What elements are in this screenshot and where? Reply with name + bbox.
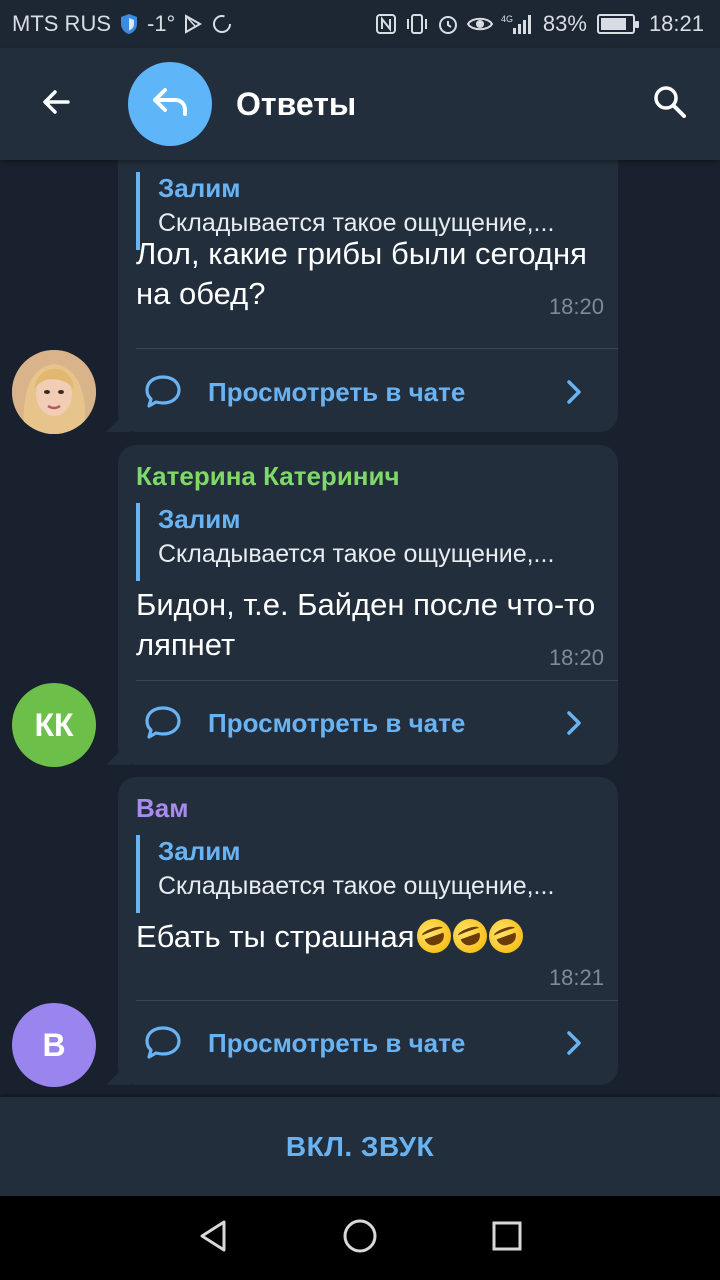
header-avatar[interactable] xyxy=(128,62,212,146)
alarm-icon xyxy=(437,13,459,35)
laughing-emoji-icon xyxy=(447,914,492,958)
view-in-chat-button[interactable]: Просмотреть в чате xyxy=(118,681,618,765)
signal-icon: 4G xyxy=(501,13,535,35)
search-icon xyxy=(651,83,689,126)
message-text: Бидон, т.е. Байден после что-то ляпнет xyxy=(136,587,596,662)
sync-icon xyxy=(211,13,233,35)
vibrate-icon xyxy=(405,13,429,35)
message-text: Ебать ты страшная xyxy=(136,914,596,958)
laughing-emoji-icon xyxy=(483,914,528,958)
reply-arrow-icon xyxy=(149,84,191,125)
search-button[interactable] xyxy=(620,48,720,160)
sender-name: Вам xyxy=(136,793,189,823)
divider xyxy=(136,348,618,349)
view-in-chat-label: Просмотреть в чате xyxy=(208,1027,466,1058)
system-nav-bar xyxy=(0,1196,720,1280)
status-left: MTS RUS -1° xyxy=(12,11,233,37)
chevron-right-icon xyxy=(554,378,594,406)
unmute-label: ВКЛ. ЗВУК xyxy=(285,1130,435,1162)
temperature-label: -1° xyxy=(147,11,176,36)
clock: 18:21 xyxy=(648,11,704,36)
square-recents-icon xyxy=(490,1219,524,1258)
sender-name: Катерина Катеринич xyxy=(136,461,400,491)
chevron-right-icon xyxy=(554,709,594,737)
reply-quote[interactable]: Залим Складывается такое ощущение,... xyxy=(136,835,600,913)
message-time: 18:21 xyxy=(548,965,604,990)
status-right: 4G 83% 18:21 xyxy=(375,11,704,37)
battery-icon xyxy=(596,14,639,34)
message-bubble[interactable]: Вам Залим Складывается такое ощущение,..… xyxy=(118,777,618,1085)
arrow-left-icon xyxy=(38,84,74,125)
view-in-chat-label: Просмотреть в чате xyxy=(208,376,466,407)
reply-author: Залим xyxy=(158,836,241,866)
shield-icon xyxy=(119,13,139,35)
reply-quote[interactable]: Залим Складывается такое ощущение,... xyxy=(136,503,600,581)
laughing-emoji-icon xyxy=(411,914,456,958)
chat-bubble-icon xyxy=(142,702,184,744)
avatar[interactable]: КК xyxy=(12,683,96,767)
chat-bubble-icon xyxy=(142,371,184,413)
list-item: Катерина Катеринич Залим Складывается та… xyxy=(0,445,720,767)
nav-home-button[interactable] xyxy=(330,1208,390,1268)
chat-bubble-icon xyxy=(142,1022,184,1064)
reply-author: Залим xyxy=(158,173,241,203)
avatar[interactable] xyxy=(12,350,96,434)
nav-recents-button[interactable] xyxy=(477,1208,537,1268)
play-store-icon xyxy=(183,14,203,34)
reply-preview: Складывается такое ощущение,... xyxy=(158,540,555,568)
message-time: 18:20 xyxy=(548,294,604,319)
list-item: Вам Залим Складывается такое ощущение,..… xyxy=(0,777,720,1087)
unmute-button[interactable]: ВКЛ. ЗВУК xyxy=(0,1097,720,1196)
carrier-label: MTS RUS xyxy=(12,11,111,36)
list-item: Залим Складывается такое ощущение,... Ло… xyxy=(0,160,720,434)
triangle-back-icon xyxy=(196,1218,230,1259)
nfc-icon xyxy=(375,13,397,35)
back-button[interactable] xyxy=(0,48,112,160)
status-bar: MTS RUS -1° 4G 83% 18:21 xyxy=(0,0,720,48)
nav-back-button[interactable] xyxy=(183,1208,243,1268)
message-text: Лол, какие грибы были сегодня на обед? xyxy=(136,236,587,311)
message-bubble[interactable]: Катерина Катеринич Залим Складывается та… xyxy=(118,445,618,765)
view-in-chat-label: Просмотреть в чате xyxy=(208,707,466,738)
view-in-chat-button[interactable]: Просмотреть в чате xyxy=(118,1001,618,1085)
svg-text:4G: 4G xyxy=(501,14,513,24)
chevron-right-icon xyxy=(554,1029,594,1057)
battery-fill xyxy=(600,18,626,30)
page-title: Ответы xyxy=(236,85,357,122)
view-in-chat-button[interactable]: Просмотреть в чате xyxy=(118,350,618,434)
app-header: Ответы xyxy=(0,48,720,160)
circle-home-icon xyxy=(341,1217,379,1260)
user-photo-icon xyxy=(12,350,96,434)
message-bubble[interactable]: Залим Складывается такое ощущение,... Ло… xyxy=(118,160,618,432)
message-time: 18:20 xyxy=(548,645,604,670)
battery-percent: 83% xyxy=(542,11,587,36)
reply-preview: Складывается такое ощущение,... xyxy=(158,872,555,900)
reply-author: Залим xyxy=(158,504,241,534)
screen: MTS RUS -1° 4G 83% 18:21 Ответы Залим Ск… xyxy=(0,0,720,1280)
replies-list: Залим Складывается такое ощущение,... Ло… xyxy=(0,160,720,1096)
message-text-content: Ебать ты страшная xyxy=(136,919,415,954)
eye-icon xyxy=(466,14,493,34)
avatar[interactable]: В xyxy=(12,1003,96,1087)
